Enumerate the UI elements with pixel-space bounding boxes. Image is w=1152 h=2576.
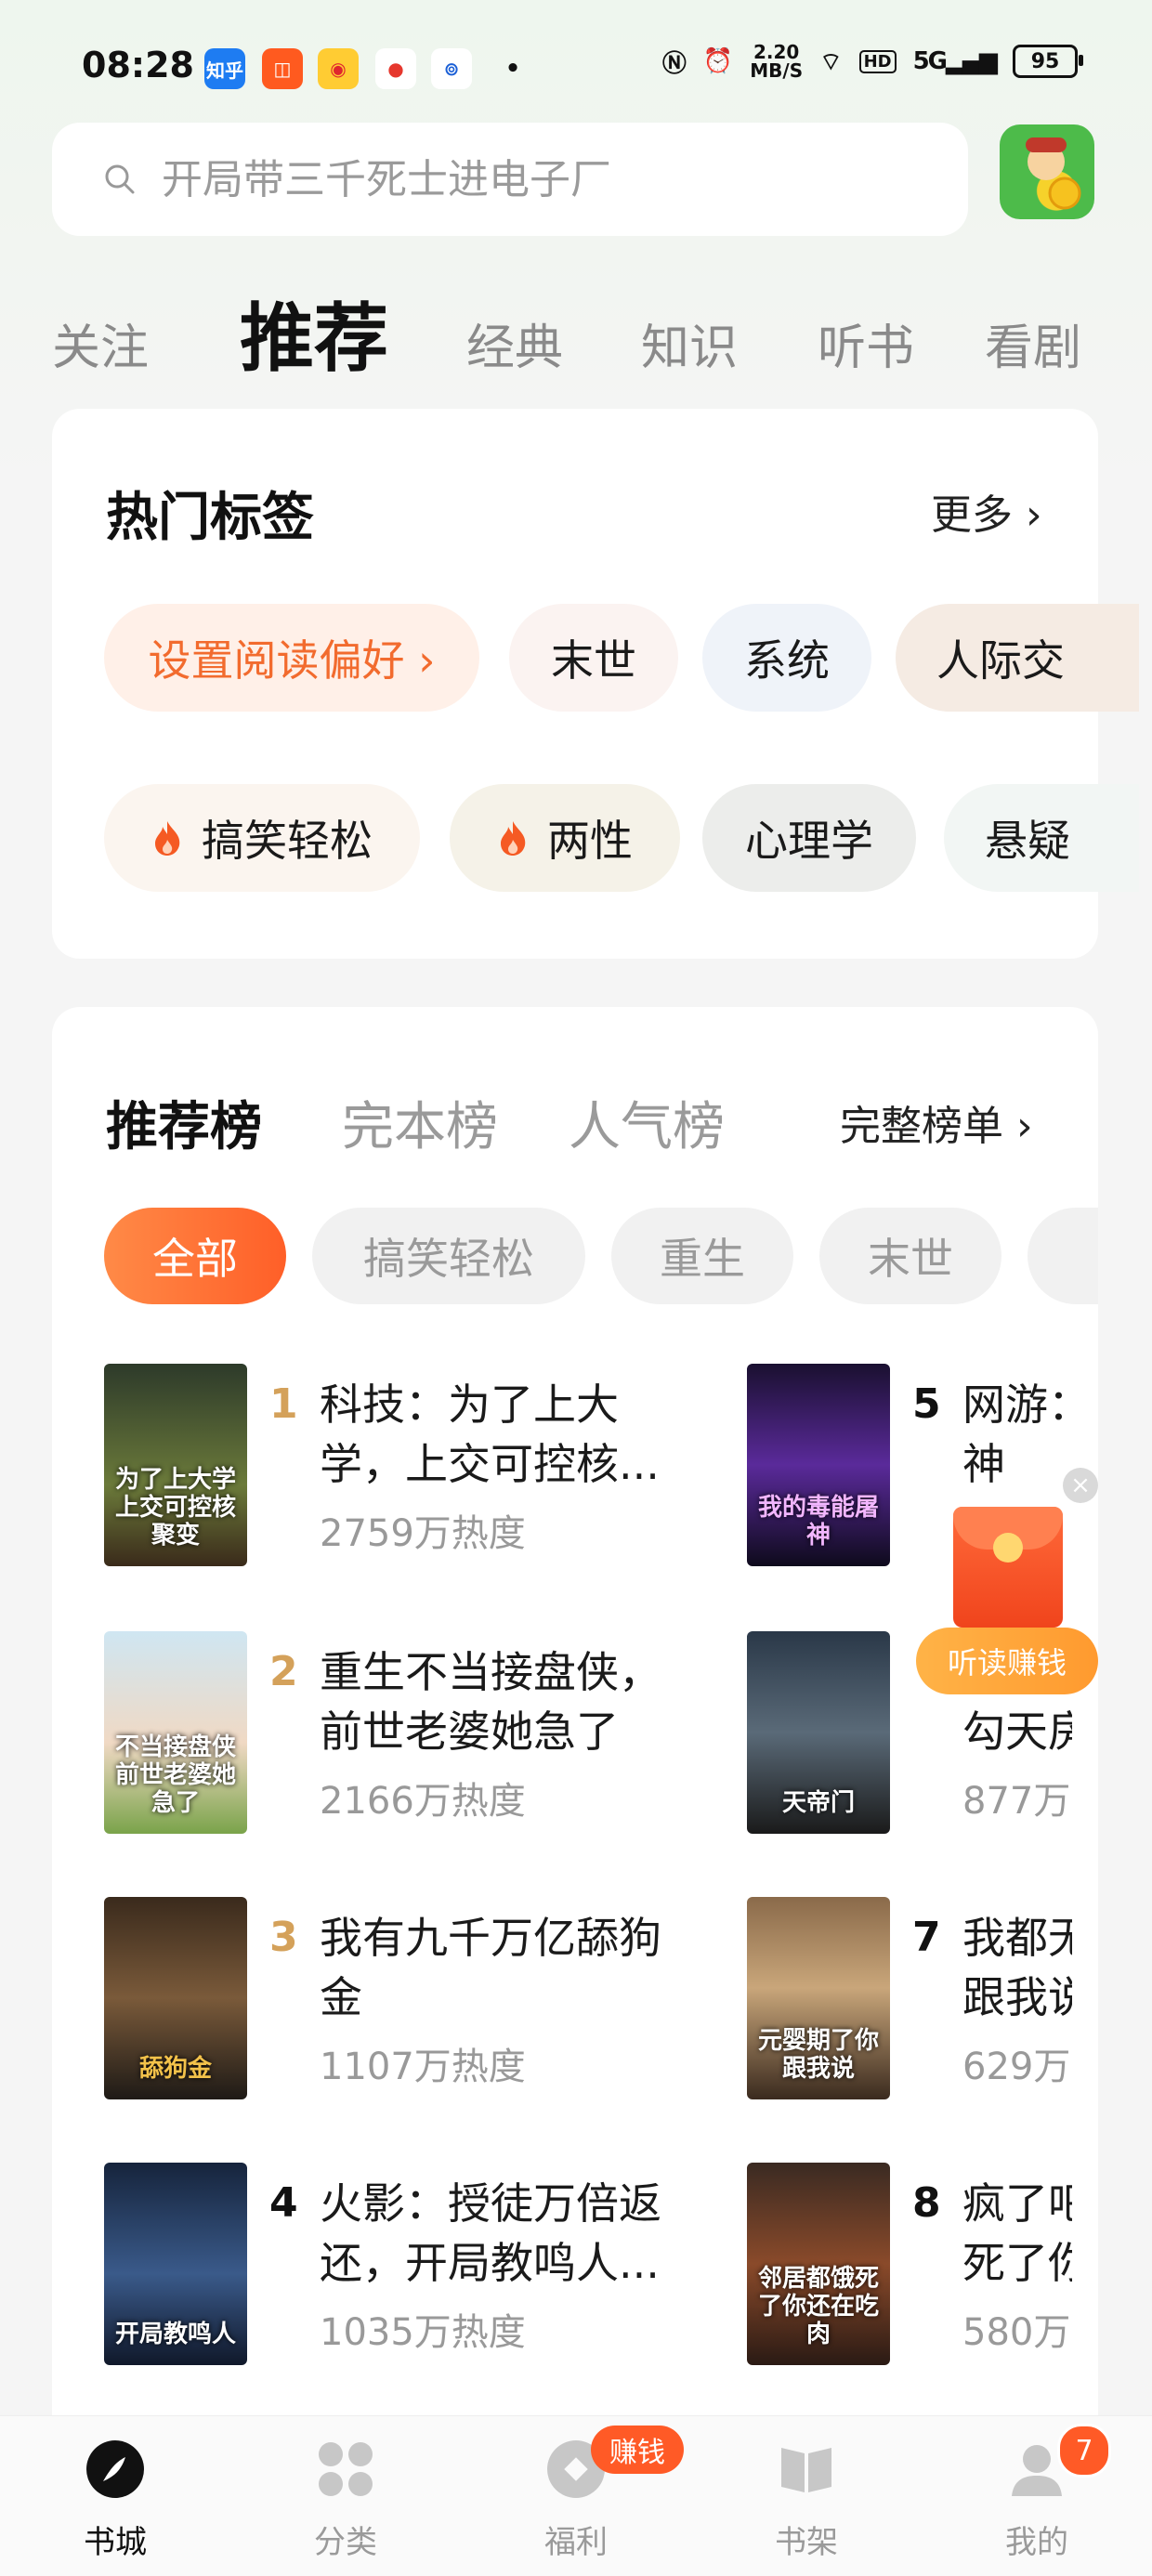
filter-chip[interactable]: 搞笑轻松 — [312, 1208, 585, 1304]
rank-number: 8 — [912, 2179, 941, 2227]
tag-chip[interactable]: 人际交 — [896, 604, 1139, 712]
book-heat: 1035万热度 — [320, 2311, 526, 2354]
tab-recommend-rank[interactable]: 推荐榜 — [106, 1085, 262, 1160]
tab-knowledge[interactable]: 知识 — [641, 308, 738, 378]
tab-recommend[interactable]: 推荐 — [240, 279, 388, 386]
book-cover: 舔狗金 — [104, 1897, 247, 2099]
tag-chip[interactable]: 末世 — [509, 604, 678, 712]
book-title: 重生不当接盘侠，前世老婆她急了 — [320, 1647, 661, 1757]
bookshelf-icon — [781, 2448, 831, 2492]
book-item[interactable]: 元婴期了你跟我说 7 我都无 跟我说 629万 — [747, 1897, 1072, 2101]
listen-earn-button[interactable]: 听读赚钱 — [916, 1628, 1098, 1694]
book-item[interactable]: 不当接盘侠前世老婆她急了 2 重生不当接盘侠，前世老婆她急了 2166万热度 — [104, 1631, 736, 1836]
channel-tabs: 关注 推荐 经典 知识 听书 看剧 — [0, 279, 1152, 382]
close-icon[interactable]: × — [1063, 1468, 1098, 1503]
hot-tags-more-link[interactable]: 更多 › — [931, 481, 1042, 541]
category-icon — [319, 2442, 373, 2496]
alarm-icon: ⏰ — [702, 47, 734, 75]
filter-chip[interactable]: 末世 — [819, 1208, 1001, 1304]
compass-icon — [86, 2440, 144, 2498]
book-heat: 629万 — [962, 2046, 1071, 2088]
tag-chip-hot[interactable]: 两性 — [450, 784, 680, 892]
app-icon: ◫ — [262, 48, 303, 89]
nav-bookshelf[interactable]: 书架 — [741, 2439, 871, 2562]
book-item[interactable]: 舔狗金 3 我有九千万亿舔狗金 1107万热度 — [104, 1897, 736, 2101]
game-character-icon — [1026, 137, 1081, 210]
status-right: Ⓝ ⏰ 2.20 MB/S ⌔ HD 5G▂▄▆ 95 — [661, 41, 1083, 82]
app-icon: ● — [375, 48, 416, 89]
filter-all[interactable]: 全部 — [104, 1208, 286, 1304]
tab-audiobook[interactable]: 听书 — [818, 308, 914, 378]
status-time: 08:28 — [82, 45, 194, 85]
nfc-icon: Ⓝ — [661, 49, 687, 78]
right-column-clip: 我的毒能屠神 5 网游：神 天帝门 勾天房 877万 元婴期了你跟我说 7 我都… — [747, 1338, 1072, 2415]
tag-chip-label: 搞笑轻松 — [202, 816, 373, 866]
earn-badge: 赚钱 — [591, 2426, 684, 2474]
tag-chip-label: 两性 — [547, 816, 633, 866]
book-item[interactable]: 为了上大学上交可控核聚变 1 科技：为了上大学，上交可控核... 2759万热度 — [104, 1364, 736, 1568]
more-notifications-icon: • — [504, 55, 521, 83]
wifi-icon: ⌔ — [819, 47, 843, 76]
book-item[interactable]: 邻居都饿死了你还在吃肉 8 疯了吧 死了你 580万 — [747, 2163, 1072, 2367]
book-cover: 我的毒能屠神 — [747, 1364, 890, 1566]
hot-tags-title: 热门标签 — [106, 488, 314, 548]
game-entry-icon[interactable] — [1000, 124, 1094, 219]
book-cover: 不当接盘侠前世老婆她急了 — [104, 1631, 247, 1834]
book-title: 网游：神 — [962, 1380, 1072, 1489]
book-item[interactable]: 开局教鸣人 4 火影：授徒万倍返还，开局教鸣人... 1035万热度 — [104, 2163, 736, 2367]
rank-number: 7 — [912, 1914, 941, 1961]
filter-chip[interactable]: 重生 — [611, 1208, 793, 1304]
flame-icon — [501, 821, 526, 856]
tag-chip[interactable]: 系统 — [702, 604, 871, 712]
book-heat: 580万 — [962, 2311, 1071, 2354]
rank-number: 2 — [269, 1648, 298, 1695]
battery-icon: 95 — [1013, 45, 1083, 78]
book-cover: 开局教鸣人 — [104, 2163, 247, 2365]
full-ranking-link[interactable]: 完整榜单 › — [840, 1092, 1033, 1152]
reading-preference-chip[interactable]: 设置阅读偏好 › — [104, 604, 479, 712]
book-cover: 元婴期了你跟我说 — [747, 1897, 890, 2099]
notification-badge: 7 — [1057, 2424, 1111, 2478]
search-icon — [105, 164, 135, 194]
search-input[interactable] — [160, 154, 907, 204]
book-heat: 1107万热度 — [320, 2046, 526, 2088]
red-packet-icon[interactable] — [953, 1507, 1063, 1628]
signal-icon: 5G▂▄▆ — [912, 47, 998, 75]
book-heat: 2166万热度 — [320, 1780, 526, 1823]
book-title: 科技：为了上大学，上交可控核... — [320, 1380, 660, 1489]
search-bar[interactable] — [52, 123, 968, 236]
net-speed: 2.20 MB/S — [750, 41, 804, 82]
weibo-icon: ◉ — [318, 48, 359, 89]
tab-drama[interactable]: 看剧 — [985, 308, 1081, 378]
tag-chip[interactable]: 悬疑 — [944, 784, 1139, 892]
rank-number: 3 — [269, 1914, 298, 1961]
nav-category[interactable]: 分类 — [281, 2439, 411, 2562]
zhihu-icon: 知乎 — [204, 48, 245, 89]
book-title: 我都无 跟我说 — [962, 1913, 1072, 2022]
status-bar: 08:28 知乎 ◫ ◉ ● ⊚ • Ⓝ ⏰ 2.20 MB/S ⌔ HD 5G▂… — [0, 0, 1152, 139]
tab-follow[interactable]: 关注 — [52, 308, 149, 378]
rank-number: 1 — [269, 1380, 298, 1428]
tab-classic[interactable]: 经典 — [466, 308, 563, 378]
flame-icon — [155, 821, 180, 856]
tab-popular-rank[interactable]: 人气榜 — [569, 1085, 725, 1160]
tab-finished-rank[interactable]: 完本榜 — [342, 1085, 498, 1160]
book-title: 疯了吧 死了你 — [962, 2178, 1072, 2288]
book-heat: 877万 — [962, 1780, 1071, 1823]
app-icon: ⊚ — [431, 48, 472, 89]
book-cover: 邻居都饿死了你还在吃肉 — [747, 2163, 890, 2365]
hd-icon: HD — [858, 49, 897, 73]
book-title: 我有九千万亿舔狗金 — [320, 1913, 661, 2022]
tag-chip[interactable]: 心理学 — [702, 784, 916, 892]
book-title: 火影：授徒万倍返还，开局教鸣人... — [320, 2178, 661, 2288]
bottom-nav: 书城 分类 福利 赚钱 书架 我的 7 — [0, 2415, 1152, 2576]
hot-tags-card: 热门标签 更多 › 设置阅读偏好 › 末世 系统 人际交 搞笑轻松 两性 心理学… — [52, 409, 1139, 959]
book-cover: 为了上大学上交可控核聚变 — [104, 1364, 247, 1566]
rank-number: 5 — [912, 1380, 941, 1428]
nav-bookstore[interactable]: 书城 — [50, 2439, 180, 2562]
tag-chip-hot[interactable]: 搞笑轻松 — [104, 784, 420, 892]
rank-number: 4 — [269, 2179, 298, 2227]
book-cover: 天帝门 — [747, 1631, 890, 1834]
book-heat: 2759万热度 — [320, 1512, 526, 1555]
